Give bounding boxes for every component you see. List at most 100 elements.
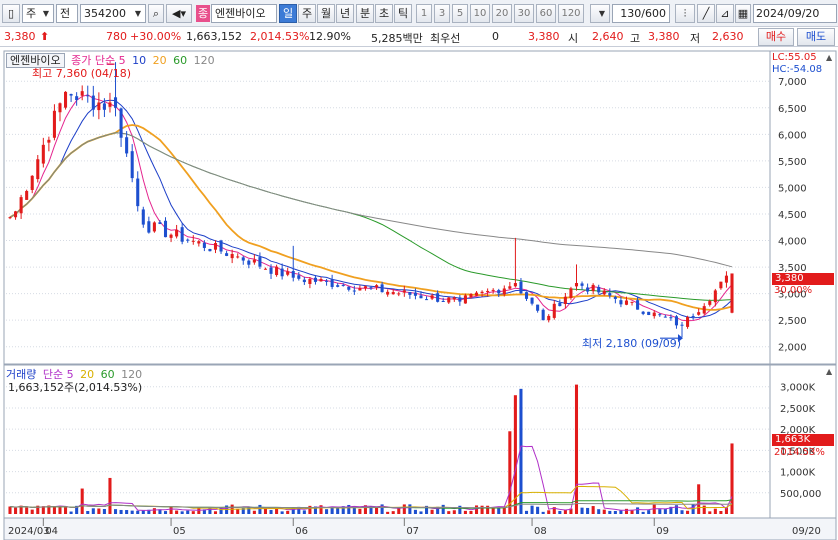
current-pct-tag: 30.00% (774, 285, 813, 296)
market-type-select[interactable]: 전 (56, 4, 78, 23)
stock-name-field[interactable]: 엔젠바이오 (211, 4, 277, 23)
volume-bar (586, 507, 590, 514)
interval-button-20[interactable]: 20 (492, 4, 512, 23)
line-tool-icon[interactable]: ╱ (697, 4, 715, 23)
candle-body (697, 312, 701, 315)
volume-bar (14, 507, 18, 514)
candle-style-icon[interactable]: ⫶ (675, 4, 695, 23)
candle-body (430, 295, 434, 299)
candle-body (708, 301, 712, 305)
candle-body (108, 102, 112, 107)
interval-button-5[interactable]: 5 (452, 4, 468, 23)
ma-10-label[interactable]: 10 (132, 54, 146, 67)
volume-bar (8, 506, 12, 514)
candle-body (674, 316, 678, 326)
candle-body (58, 103, 62, 113)
candle-body (14, 211, 18, 218)
volume-bar (602, 509, 606, 514)
volume-bar (452, 510, 456, 514)
candle-body (341, 284, 345, 286)
price-panel-frame (3, 50, 771, 365)
speaker-icon[interactable]: ◀▾ (166, 4, 192, 23)
candle-body (208, 248, 212, 252)
volume-bar (591, 506, 595, 514)
chart-mode-icon[interactable]: ⊿ (716, 4, 734, 23)
volume-bar (469, 510, 473, 514)
candle-body (536, 304, 540, 311)
volume-bar (275, 508, 279, 514)
volume-bar (280, 511, 284, 514)
current-price-tag: 3,380 (772, 273, 834, 285)
up-arrow-icon: ⬆ (40, 30, 50, 43)
volume-bar (169, 506, 173, 514)
volume-bar (102, 508, 106, 514)
candle-body (213, 243, 218, 250)
candle-body (713, 290, 717, 303)
price-tick-label: 4,500 (778, 210, 807, 221)
ma-60-label[interactable]: 60 (173, 54, 187, 67)
period-button-tick[interactable]: 틱 (394, 4, 412, 23)
candle-body (486, 290, 490, 292)
data-count-field[interactable]: 130/600 (612, 4, 670, 23)
candle-body (358, 288, 362, 291)
stock-code-input[interactable]: 354200 ▼ (80, 4, 146, 23)
chart-menu-icon[interactable]: ▯ (2, 4, 20, 23)
chart-area[interactable]: 2,000 2,500 3,000 3,500 4,000 4,500 5,000 5,500… (0, 48, 838, 540)
interval-button-30[interactable]: 30 (514, 4, 534, 23)
candle-body (408, 292, 412, 295)
interval-button-3[interactable]: 3 (434, 4, 450, 23)
candle-body (169, 234, 173, 238)
price-scroll-up-icon[interactable]: ▲ (826, 53, 832, 62)
period-button-second[interactable]: 초 (375, 4, 393, 23)
buy-button[interactable]: 매수 (758, 28, 794, 46)
candle-body (413, 292, 417, 296)
candle-body (691, 316, 695, 318)
period-button-month[interactable]: 월 (317, 4, 335, 23)
period-button-day[interactable]: 일 (279, 4, 297, 23)
volume-bar (658, 509, 662, 514)
volume-bar (269, 509, 273, 514)
candle-body (275, 266, 279, 276)
interval-button-120[interactable]: 120 (558, 4, 584, 23)
interval-button-1[interactable]: 1 (416, 4, 432, 23)
candle-body (102, 103, 106, 110)
candle-body (569, 288, 573, 298)
candle-body (8, 217, 12, 219)
candle-body (186, 239, 190, 241)
volume-bar (191, 511, 195, 514)
candle-body (297, 275, 301, 279)
candle-body (291, 271, 295, 278)
candle-body (663, 316, 667, 318)
candle-body (91, 95, 95, 110)
period-button-week[interactable]: 주 (298, 4, 316, 23)
sell-button[interactable]: 매도 (797, 28, 835, 46)
candle-body (519, 281, 523, 294)
volume-bar (258, 504, 262, 514)
candle-body (325, 280, 329, 282)
calendar-icon[interactable]: ▦ (735, 4, 751, 23)
low-label: 저 (690, 32, 701, 45)
interval-dropdown[interactable]: ▼ (590, 4, 610, 23)
chart-canvas[interactable]: 2,0002,5003,0003,5004,0004,5005,0005,500… (0, 48, 838, 540)
period-button-minute[interactable]: 분 (356, 4, 374, 23)
market-select[interactable]: 주 ▼ (22, 4, 54, 23)
volume-bar (636, 507, 640, 514)
candle-body (252, 259, 256, 263)
volume-bar (69, 511, 73, 514)
ma-20-label[interactable]: 20 (153, 54, 167, 67)
candle-body (286, 271, 290, 275)
date-field[interactable]: 2024/09/20 (753, 4, 837, 23)
price-tick-label: 5,000 (778, 183, 807, 194)
interval-button-60[interactable]: 60 (536, 4, 556, 23)
ma-120-label[interactable]: 120 (194, 54, 215, 67)
candle-body (419, 295, 423, 299)
candle-body (652, 312, 656, 317)
volume-tick-label: 1,000K (780, 468, 816, 479)
search-icon[interactable]: ⌕ (148, 4, 164, 23)
chevron-down-icon: ▼ (134, 9, 142, 18)
period-button-year[interactable]: 년 (336, 4, 354, 23)
x-axis-label: 05 (173, 526, 186, 537)
volume-scroll-up-icon[interactable]: ▲ (826, 367, 832, 376)
interval-button-10[interactable]: 10 (470, 4, 490, 23)
volume-bar (186, 510, 190, 514)
